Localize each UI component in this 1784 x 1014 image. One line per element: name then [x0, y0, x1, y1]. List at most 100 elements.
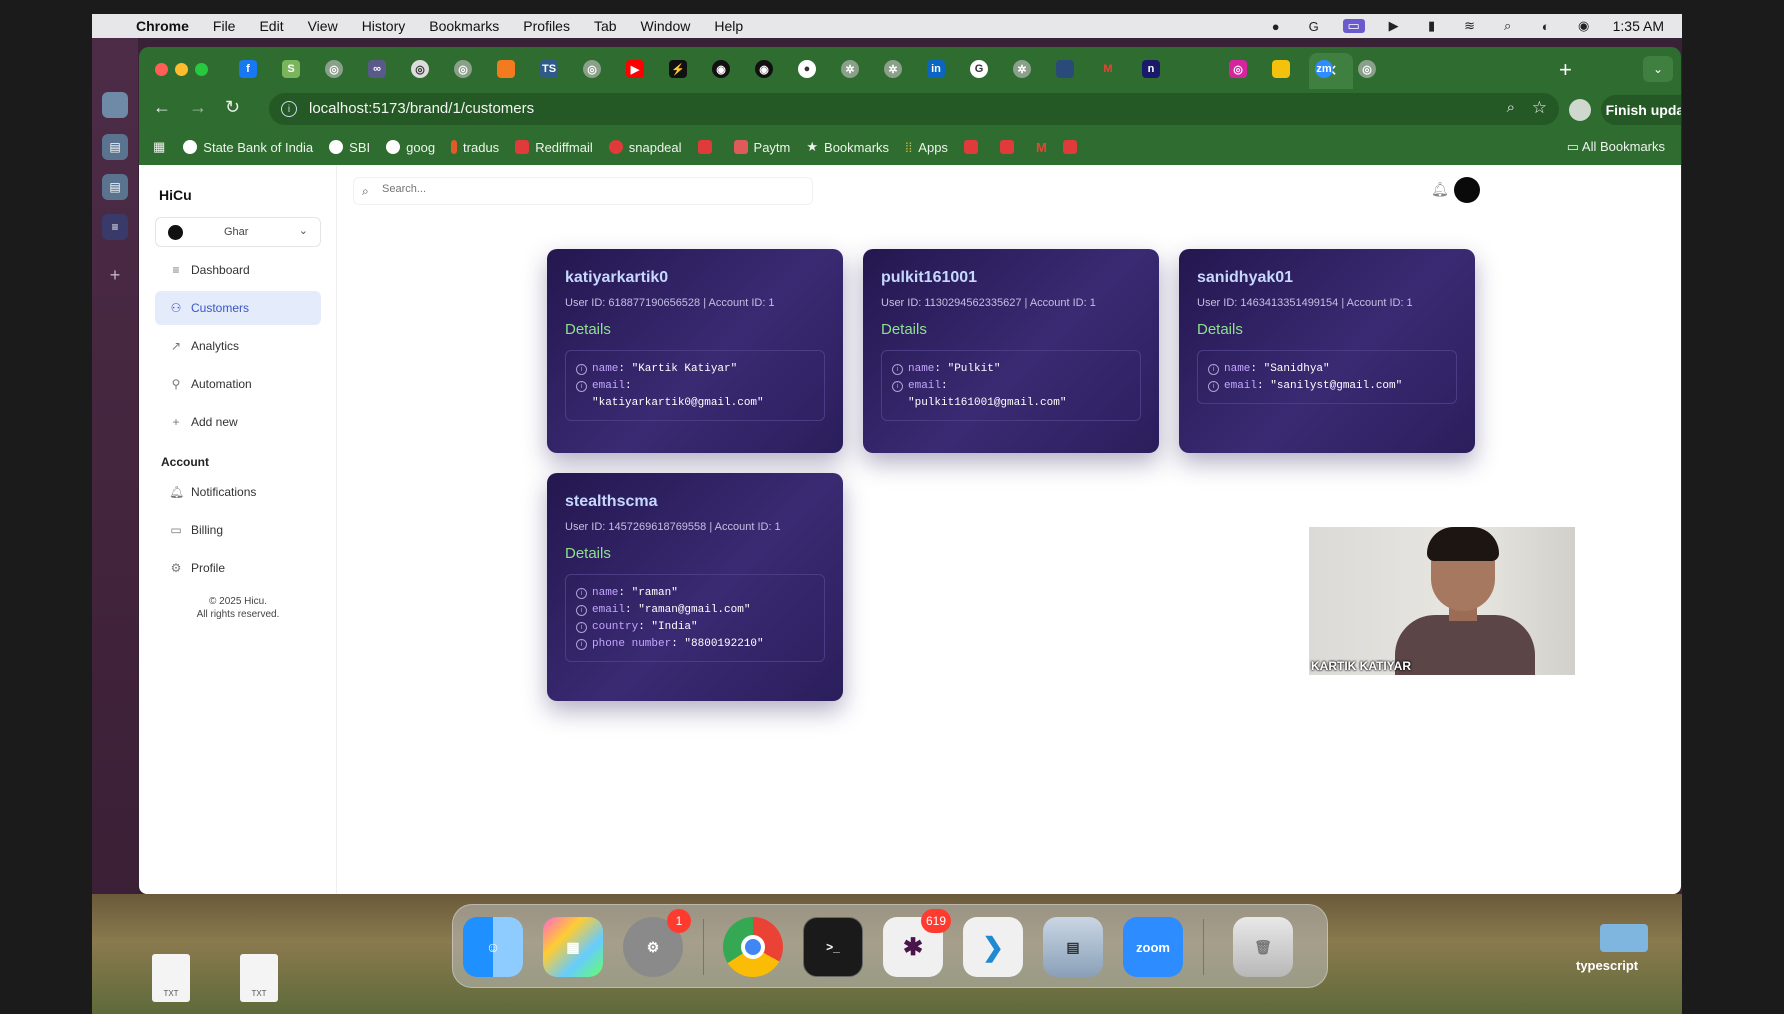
control-center-icon[interactable]: ◐ — [1537, 19, 1555, 34]
bookmark-item[interactable]: State Bank of India — [183, 140, 313, 155]
nav-customers[interactable]: ⚇ Customers — [155, 291, 321, 325]
slides-tab-icon[interactable] — [1272, 60, 1290, 78]
target-tab-icon[interactable]: ◎ — [411, 60, 429, 78]
screen-share-icon[interactable]: ▭ — [1342, 18, 1365, 33]
menu-view[interactable]: View — [308, 18, 338, 34]
shopify-tab-icon[interactable]: S — [282, 60, 300, 78]
search-input[interactable] — [382, 183, 782, 195]
menu-clock[interactable]: 1:35 AM — [1613, 18, 1664, 34]
txt-file-icon[interactable]: TXT — [152, 954, 190, 1002]
link-tab-icon[interactable]: ∞ — [368, 60, 386, 78]
nav-automation[interactable]: ⚲ Automation — [155, 367, 321, 401]
ts-tab-icon[interactable]: TS — [540, 60, 558, 78]
add-icon[interactable]: + — [102, 262, 128, 288]
forward-icon[interactable]: → — [189, 97, 207, 118]
db-icon[interactable]: ▤ — [102, 134, 128, 160]
preview-icon[interactable]: ▤ — [1043, 917, 1103, 977]
react-tab-icon[interactable]: ✲ — [884, 60, 902, 78]
facebook-tab-icon[interactable]: f — [239, 60, 257, 78]
terminal-icon[interactable]: >_ — [803, 917, 863, 977]
youtube-tab-icon[interactable]: ▶ — [626, 60, 644, 78]
tab-icon[interactable]: ● — [798, 60, 816, 78]
battery-icon[interactable]: ▮ — [1423, 18, 1441, 33]
user-avatar[interactable] — [1454, 177, 1480, 203]
bolt-tab-icon[interactable]: ⚡ — [669, 60, 687, 78]
evernote-icon[interactable]: ● — [1267, 19, 1285, 34]
react-tab-icon[interactable]: ✲ — [1013, 60, 1031, 78]
bookmark-item[interactable]: snapdeal — [608, 140, 682, 155]
menu-file[interactable]: File — [213, 18, 236, 34]
menu-edit[interactable]: Edit — [259, 18, 283, 34]
bookmark-item[interactable]: Paytm — [733, 140, 790, 155]
chrome-icon[interactable] — [723, 917, 783, 977]
app-icon[interactable]: ≡ — [102, 214, 128, 240]
nav-profile[interactable]: ⚙ Profile — [155, 551, 321, 585]
customer-card[interactable]: sanidhyak01 User ID: 1463413351499154 | … — [1179, 249, 1475, 453]
new-tab-icon[interactable]: + — [1559, 57, 1572, 83]
trash-icon[interactable]: 🗑︎ — [1233, 917, 1293, 977]
menu-tab[interactable]: Tab — [594, 18, 617, 34]
workspace-selector[interactable]: Ghar ⌄ — [155, 217, 321, 247]
nav-dashboard[interactable]: ≡ Dashboard — [155, 253, 321, 287]
bookmark-item[interactable] — [1062, 140, 1083, 154]
nav-add-new[interactable]: + Add new — [155, 405, 321, 439]
finish-update-button[interactable]: Finish update ⋮ — [1601, 95, 1681, 125]
bookmark-item[interactable]: Rediffmail — [515, 140, 593, 155]
close-window-button[interactable] — [155, 63, 168, 76]
apps-grid-icon[interactable]: ▦ — [153, 139, 165, 155]
reload-icon[interactable]: ↻ — [225, 97, 240, 118]
maximize-window-button[interactable] — [195, 63, 208, 76]
customer-card[interactable]: stealthscma User ID: 1457269618769558 | … — [547, 473, 843, 701]
menu-window[interactable]: Window — [641, 18, 691, 34]
notification-bell-icon[interactable]: 🔔︎ — [1431, 181, 1449, 198]
db-icon[interactable]: ▤ — [102, 174, 128, 200]
menu-app-name[interactable]: Chrome — [136, 18, 189, 34]
details-label[interactable]: Details — [1197, 321, 1457, 338]
globe-tab-icon[interactable]: ◎ — [583, 60, 601, 78]
vscode-icon[interactable]: ❯ — [963, 917, 1023, 977]
customer-card[interactable]: pulkit161001 User ID: 1130294562335627 |… — [863, 249, 1159, 453]
details-label[interactable]: Details — [881, 321, 1141, 338]
bookmark-item[interactable] — [963, 140, 984, 154]
play-icon[interactable]: ▶ — [1385, 18, 1403, 33]
gmail-tab-icon[interactable]: M — [1099, 60, 1117, 78]
folder-icon[interactable] — [1600, 924, 1648, 952]
profile-avatar[interactable] — [1569, 99, 1591, 121]
spotlight-search-icon[interactable]: ⌕ — [1499, 18, 1517, 33]
customer-card[interactable]: katiyarkartik0 User ID: 618877190656528 … — [547, 249, 843, 453]
slack-icon[interactable]: ✱ 619 — [883, 909, 951, 977]
menu-profiles[interactable]: Profiles — [523, 18, 570, 34]
siri-icon[interactable]: ◉ — [1575, 18, 1593, 33]
bookmark-item[interactable]: tradus — [451, 140, 499, 155]
nav-analytics[interactable]: ↗ Analytics — [155, 329, 321, 363]
details-label[interactable]: Details — [565, 321, 825, 338]
instagram-tab-icon[interactable]: ◎ — [1229, 60, 1247, 78]
search-box[interactable]: ⌕ — [353, 177, 813, 205]
github-tab-icon[interactable]: ◉ — [755, 60, 773, 78]
back-icon[interactable]: ← — [153, 97, 171, 118]
bookmark-item[interactable]: SBI — [329, 140, 370, 155]
zoom-icon[interactable]: zoom — [1123, 917, 1183, 977]
grammarly-icon[interactable]: G — [1305, 19, 1323, 34]
txt-file-icon[interactable]: TXT — [240, 954, 278, 1002]
orange-tab-icon[interactable] — [497, 60, 515, 78]
linkedin-tab-icon[interactable]: in — [927, 60, 945, 78]
tab-icon[interactable] — [1056, 60, 1074, 78]
zoom-icon[interactable]: ⌕ — [1507, 99, 1515, 116]
typescript-folder-label[interactable]: typescript — [1576, 958, 1638, 973]
menu-history[interactable]: History — [362, 18, 406, 34]
bookmark-item[interactable]: goog — [386, 140, 435, 155]
zoom-tab-icon[interactable]: zm — [1315, 60, 1333, 78]
wifi-icon[interactable]: ≋ — [1461, 18, 1479, 33]
launchpad-icon[interactable]: ▦ — [543, 917, 603, 977]
nav-billing[interactable]: ▭ Billing — [155, 513, 321, 547]
bookmark-item[interactable]: M — [1036, 140, 1047, 155]
bookmark-item[interactable]: ★ Bookmarks — [806, 139, 889, 155]
tab-search-chevron-icon[interactable]: ⌄ — [1643, 56, 1673, 82]
video-call-thumbnail[interactable]: KARTIK KATIYAR — [1309, 527, 1575, 675]
all-bookmarks[interactable]: ▭ All Bookmarks — [1567, 139, 1665, 155]
bookmark-item[interactable] — [999, 140, 1020, 154]
notion-tab-icon[interactable]: n — [1142, 60, 1160, 78]
tab-icon[interactable]: G — [970, 60, 988, 78]
finder-icon[interactable]: ☺ — [463, 917, 523, 977]
